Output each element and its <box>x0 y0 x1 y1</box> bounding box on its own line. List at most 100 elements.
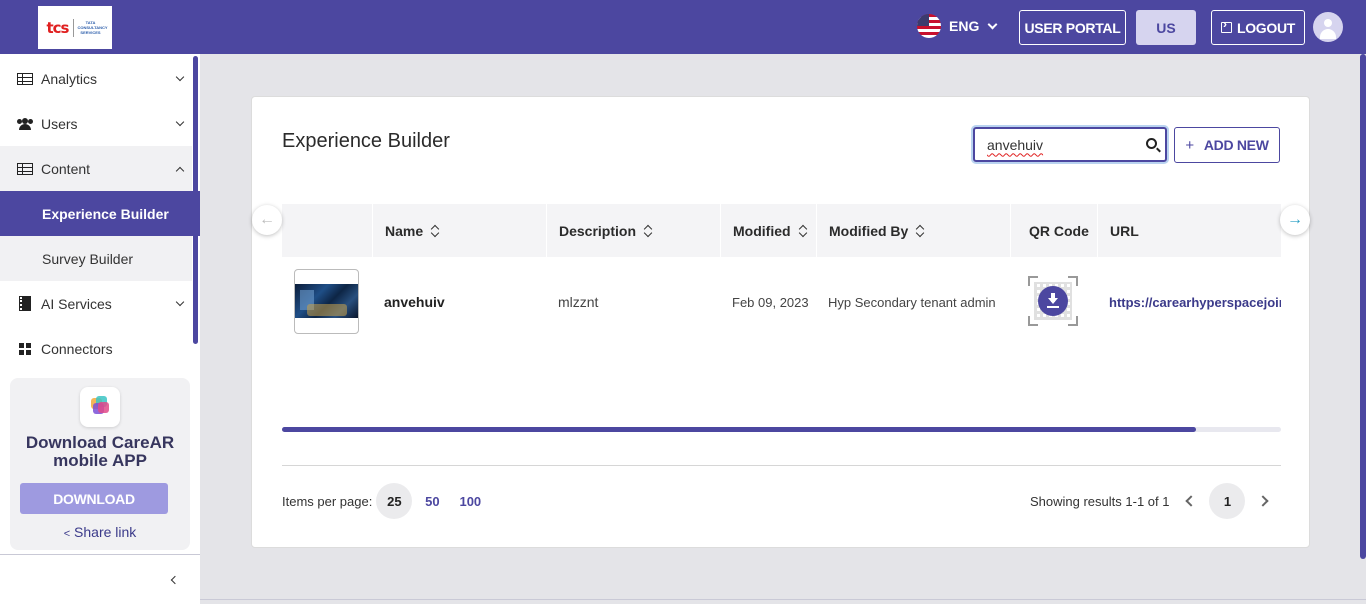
logo-subtext: TATA CONSULTANCY SERVICES <box>77 20 108 35</box>
tcs-logo[interactable]: tcs TATA CONSULTANCY SERVICES <box>38 6 112 49</box>
experience-thumbnail[interactable] <box>294 269 359 334</box>
sidebar-item-label: Content <box>41 160 91 177</box>
footer-divider <box>200 599 1366 600</box>
avatar-body <box>1320 29 1336 39</box>
share-link-label: Share link <box>74 524 137 540</box>
page-number[interactable]: 1 <box>1209 483 1246 519</box>
sidebar-item-connectors[interactable]: Connectors <box>0 326 192 371</box>
cell-name[interactable]: anvehuiv <box>372 257 445 347</box>
sort-icon[interactable] <box>916 225 924 237</box>
chevron-left-icon[interactable] <box>1185 495 1198 507</box>
column-name[interactable]: Name <box>372 204 546 257</box>
cell-url-link[interactable]: https://carearhyperspacejoin. <box>1097 257 1281 347</box>
share-link[interactable]: < Share link <box>10 524 190 540</box>
column-modified-by[interactable]: Modified By <box>816 204 1010 257</box>
language-selector[interactable]: ENG <box>917 14 998 38</box>
column-description[interactable]: Description <box>546 204 720 257</box>
cell-modified-by: Hyp Secondary tenant admin <box>828 294 996 310</box>
sidebar-item-users[interactable]: Users <box>0 101 192 146</box>
column-label: URL <box>1110 222 1139 239</box>
items-per-page-option[interactable]: 100 <box>452 483 488 519</box>
sidebar-item-ai-services[interactable]: AI Services <box>0 281 192 326</box>
chevron-down-icon <box>175 117 185 127</box>
table-icon <box>17 72 33 85</box>
items-per-page-option[interactable]: 50 <box>414 483 450 519</box>
chip-icon <box>19 296 31 311</box>
sidebar-footer <box>0 554 200 604</box>
grid-icon <box>19 342 31 355</box>
collapse-sidebar-icon[interactable] <box>170 575 180 585</box>
sidebar-item-label: Users <box>41 115 78 132</box>
download-button[interactable]: DOWNLOAD <box>20 483 168 514</box>
page-title: Experience Builder <box>282 130 450 152</box>
results-text: Showing results 1-1 of 1 <box>1030 493 1170 509</box>
column-modified[interactable]: Modified <box>720 204 816 257</box>
plus-icon: + <box>1185 136 1194 154</box>
column-label: Description <box>559 222 637 239</box>
qr-code-download[interactable] <box>1028 276 1078 326</box>
column-label: Modified By <box>829 222 909 239</box>
table-horizontal-scrollbar[interactable] <box>282 427 1281 432</box>
cell-description: mlzznt <box>558 294 599 310</box>
chevron-right-icon[interactable] <box>1257 495 1270 507</box>
sidebar-item-content[interactable]: Content <box>0 146 192 191</box>
column-qr-code: QR Code <box>1010 204 1097 257</box>
page-scrollbar[interactable] <box>1360 54 1366 559</box>
scroll-left-button[interactable]: ← <box>252 205 282 235</box>
sidebar-item-survey-builder[interactable]: Survey Builder <box>0 236 192 281</box>
share-icon: < <box>63 528 71 540</box>
add-new-label: ADD NEW <box>1203 137 1269 153</box>
sidebar-item-experience-builder[interactable]: Experience Builder <box>0 191 200 236</box>
promo-title: Download CareAR mobile APP <box>25 433 175 470</box>
us-flag-icon <box>917 14 941 38</box>
sort-icon[interactable] <box>644 225 652 237</box>
scroll-right-button[interactable]: → <box>1280 205 1310 235</box>
logo-brand: tcs <box>46 18 70 37</box>
download-icon <box>1038 286 1068 316</box>
carear-app-icon <box>80 387 120 427</box>
table-row[interactable]: anvehuiv mlzznt Feb 09, 2023 Hyp Seconda… <box>282 257 1281 347</box>
chevron-down-icon <box>175 72 185 82</box>
items-per-page-option[interactable]: 25 <box>376 483 413 519</box>
logout-icon <box>1220 17 1232 33</box>
sort-icon[interactable] <box>431 225 439 237</box>
avatar[interactable] <box>1313 12 1343 42</box>
arrow-left-icon: ← <box>259 211 275 228</box>
chevron-down-icon <box>175 297 185 307</box>
scrollbar-thumb[interactable] <box>282 427 1197 432</box>
column-label: Modified <box>733 222 791 239</box>
column-label: Name <box>385 222 424 239</box>
chevron-up-icon <box>175 166 185 176</box>
app-promo: Download CareAR mobile APP DOWNLOAD < Sh… <box>10 378 190 550</box>
sidebar-item-label: Connectors <box>41 340 113 357</box>
table-header: Name Description Modified Modified By QR… <box>282 204 1281 257</box>
sidebar-item-label: Analytics <box>41 70 98 87</box>
logo-divider <box>72 18 74 37</box>
items-per-page-label: Items per page: <box>282 493 373 509</box>
table-icon <box>17 162 33 175</box>
user-portal-button[interactable]: USER PORTAL <box>1019 10 1126 45</box>
search-input[interactable]: anvehuiv <box>973 127 1167 162</box>
cell-modified: Feb 09, 2023 <box>732 294 809 310</box>
column-thumbnail <box>282 204 372 257</box>
column-label: QR Code <box>1029 222 1089 239</box>
add-new-button[interactable]: + ADD NEW <box>1174 127 1280 163</box>
search-icon[interactable] <box>1146 138 1157 149</box>
users-icon <box>17 117 33 130</box>
sort-icon[interactable] <box>799 225 807 237</box>
items-per-page: Items per page: 25 50 100 <box>282 483 488 519</box>
divider <box>282 465 1281 466</box>
arrow-right-icon: → <box>1287 211 1303 228</box>
pagination: Showing results 1-1 of 1 1 <box>1030 483 1281 519</box>
logout-button[interactable]: LOGOUT <box>1211 10 1305 45</box>
logout-label: LOGOUT <box>1236 19 1296 36</box>
sidebar-item-analytics[interactable]: Analytics <box>0 56 192 101</box>
sidebar: Analytics Users Content Experience Build… <box>0 54 200 604</box>
experience-builder-card: Experience Builder anvehuiv + ADD NEW Na… <box>251 96 1310 548</box>
region-button[interactable]: US <box>1136 10 1196 45</box>
column-url: URL <box>1097 204 1281 257</box>
search-value: anvehuiv <box>987 136 1044 153</box>
top-bar: tcs TATA CONSULTANCY SERVICES ENG USER P… <box>0 0 1366 54</box>
chevron-down-icon <box>987 19 998 29</box>
language-label: ENG <box>949 18 980 34</box>
